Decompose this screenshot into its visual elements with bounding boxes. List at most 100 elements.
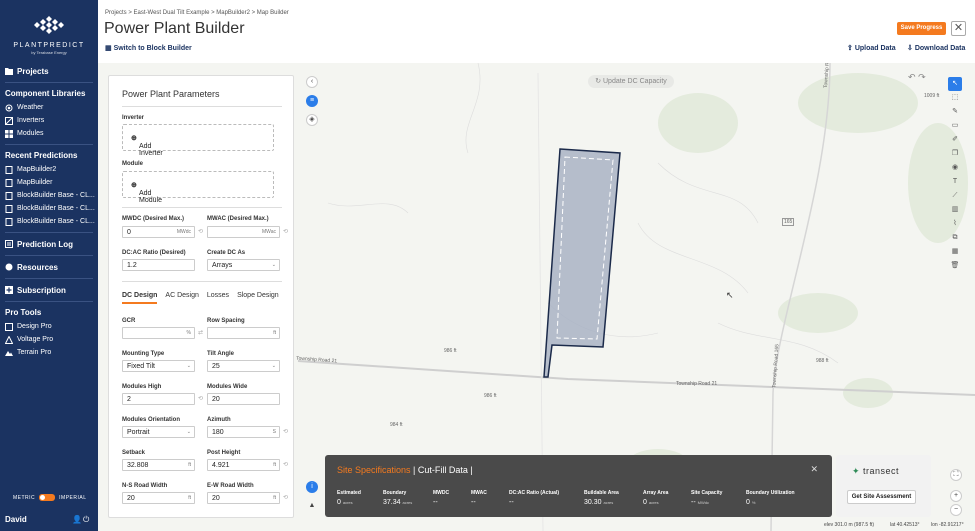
post-height-label: Post Height bbox=[207, 450, 241, 456]
layers-button[interactable]: ◈ bbox=[306, 114, 318, 126]
measure-icon[interactable]: ⌇ bbox=[948, 217, 962, 231]
link-icon[interactable]: ⟲ bbox=[283, 428, 288, 435]
redo-icon[interactable]: ↷ bbox=[918, 72, 926, 82]
logout-icon[interactable]: ⏻ bbox=[83, 515, 90, 524]
pencil-icon[interactable]: ✎ bbox=[948, 105, 962, 119]
info-button[interactable]: i bbox=[306, 481, 318, 493]
undo-icon[interactable]: ↶ bbox=[908, 72, 916, 82]
link-icon[interactable]: ⟲ bbox=[283, 494, 288, 501]
post-height-input[interactable]: 4.921 ft bbox=[207, 459, 280, 471]
upload-data-link[interactable]: ⇪ Upload Data bbox=[847, 44, 896, 52]
sidebar-item-subscription[interactable]: Subscription bbox=[0, 283, 98, 297]
tab-cut-fill-data[interactable]: Cut-Fill Data bbox=[418, 465, 468, 475]
list-view-button[interactable]: ≡ bbox=[306, 95, 318, 107]
recent-prediction-item[interactable]: MapBuilder2 bbox=[0, 163, 98, 176]
sidebar-item-terrain-pro[interactable]: Terrain Pro bbox=[0, 346, 98, 359]
divider bbox=[122, 106, 282, 107]
breadcrumb[interactable]: Projects > East-West Dual Tilt Example >… bbox=[105, 10, 289, 16]
sidebar-item-voltage-pro[interactable]: Voltage Pro bbox=[0, 333, 98, 346]
divider bbox=[122, 207, 282, 208]
sidebar-item-modules[interactable]: Modules bbox=[0, 127, 98, 140]
create-dc-select[interactable]: Arrays ⌄ bbox=[207, 259, 280, 271]
swap-icon[interactable]: ⇄ bbox=[198, 329, 203, 336]
tab-slope-design[interactable]: Slope Design bbox=[237, 292, 279, 304]
users-icon[interactable]: 👤 bbox=[72, 515, 83, 524]
sidebar-item-weather[interactable]: Weather bbox=[0, 101, 98, 114]
tab-dc-design[interactable]: DC Design bbox=[122, 292, 158, 304]
panel-icon[interactable]: ▥ bbox=[948, 203, 962, 217]
zoom-in-button[interactable]: + bbox=[950, 490, 962, 502]
collapse-panel-button[interactable]: ‹ bbox=[306, 76, 318, 88]
sidebar-nav: Projects Component Libraries Weather Inv… bbox=[0, 64, 98, 359]
user-actions: 👤⏻ bbox=[72, 515, 90, 525]
mounting-type-select[interactable]: Fixed Tilt ⌄ bbox=[122, 360, 195, 372]
recent-prediction-item[interactable]: MapBuilder bbox=[0, 176, 98, 189]
mwac-input[interactable]: MWac bbox=[207, 226, 280, 238]
mounting-type-label: Mounting Type bbox=[122, 351, 165, 357]
folder-icon bbox=[5, 67, 13, 75]
refresh-icon: ↻ bbox=[595, 78, 603, 85]
fullscreen-button[interactable]: ⛶ bbox=[950, 469, 962, 481]
switch-to-block-builder-link[interactable]: ▦ Switch to Block Builder bbox=[105, 44, 192, 52]
road-label: Township Road 21 bbox=[676, 381, 718, 387]
terrain-button[interactable]: ▲ bbox=[306, 501, 318, 513]
recent-prediction-item[interactable]: BlockBuilder Base - CL... bbox=[0, 189, 98, 202]
point-icon[interactable]: ◉ bbox=[948, 161, 962, 175]
trash-icon[interactable]: 🗑 bbox=[948, 259, 962, 273]
setback-input[interactable]: 32.808 ft bbox=[122, 459, 195, 471]
line-icon[interactable]: ⟋ bbox=[948, 189, 962, 203]
edit-icon[interactable]: ✐ bbox=[948, 133, 962, 147]
setback-value: 32.808 bbox=[127, 462, 149, 469]
sidebar-item-resources[interactable]: Resources bbox=[0, 260, 98, 274]
save-progress-button[interactable]: Save Progress bbox=[897, 22, 946, 35]
table-icon[interactable]: ▦ bbox=[948, 245, 962, 259]
close-icon[interactable]: ✕ bbox=[810, 464, 818, 475]
tab-ac-design[interactable]: AC Design bbox=[165, 292, 198, 304]
ns-road-value: 20 bbox=[127, 495, 135, 502]
spec-unit: acres bbox=[402, 500, 413, 505]
tab-site-specifications[interactable]: Site Specifications bbox=[337, 465, 411, 475]
link-icon[interactable]: ⟲ bbox=[198, 395, 203, 402]
sidebar-item-prediction-log[interactable]: Prediction Log bbox=[0, 237, 98, 251]
unit-toggle[interactable]: METRIC IMPERIAL bbox=[13, 494, 87, 501]
document-icon bbox=[5, 204, 13, 213]
modules-wide-input[interactable]: 20 bbox=[207, 393, 280, 405]
ns-road-input[interactable]: 20 ft bbox=[122, 492, 195, 504]
text-icon[interactable]: T bbox=[948, 175, 962, 189]
unit-switch[interactable] bbox=[39, 494, 56, 501]
add-module-button[interactable]: ⊕ Add Module bbox=[122, 171, 274, 204]
warning-icon bbox=[4, 334, 14, 344]
duplicate-icon[interactable]: ⧉ bbox=[948, 231, 962, 245]
tilt-angle-select[interactable]: 25 ⌄ bbox=[207, 360, 280, 372]
sidebar-item-inverters[interactable]: Inverters bbox=[0, 114, 98, 127]
gcr-input[interactable]: % bbox=[122, 327, 195, 339]
sidebar-item-design-pro[interactable]: Design Pro bbox=[0, 320, 98, 333]
update-dc-capacity-button[interactable]: ↻ Update DC Capacity bbox=[588, 75, 674, 88]
zoom-out-button[interactable]: − bbox=[950, 504, 962, 516]
sidebar-item-label: Resources bbox=[17, 262, 58, 272]
download-data-link[interactable]: ⇩ Download Data bbox=[907, 44, 965, 52]
sidebar-item-projects[interactable]: Projects bbox=[0, 64, 98, 78]
tab-losses[interactable]: Losses bbox=[207, 292, 229, 304]
link-icon[interactable]: ⟲ bbox=[198, 228, 203, 235]
copy-icon[interactable]: ❐ bbox=[948, 147, 962, 161]
panel-title: Power Plant Parameters bbox=[122, 89, 220, 99]
row-spacing-input[interactable]: ft bbox=[207, 327, 280, 339]
link-icon[interactable]: ⟲ bbox=[283, 461, 288, 468]
get-site-assessment-button[interactable]: Get Site Assessment bbox=[847, 490, 916, 504]
modules-high-input[interactable]: 2 bbox=[122, 393, 195, 405]
dcac-ratio-input[interactable]: 1.2 bbox=[122, 259, 195, 271]
select-tool-icon[interactable]: ↖ bbox=[948, 77, 962, 91]
recent-prediction-item[interactable]: BlockBuilder Base - CL... bbox=[0, 215, 98, 228]
modules-orientation-select[interactable]: Portrait ⌄ bbox=[122, 426, 195, 438]
compass-icon: S bbox=[272, 429, 276, 435]
recent-prediction-item[interactable]: BlockBuilder Base - CL... bbox=[0, 202, 98, 215]
direct-select-icon[interactable]: ⬚ bbox=[948, 91, 962, 105]
azimuth-input[interactable]: 180 S bbox=[207, 426, 280, 438]
link-icon[interactable]: ⟲ bbox=[283, 228, 288, 235]
close-button[interactable]: ✕ bbox=[951, 21, 966, 36]
rectangle-icon[interactable]: ▭ bbox=[948, 119, 962, 133]
mwdc-input[interactable]: 0 MWdc bbox=[122, 226, 195, 238]
ew-road-input[interactable]: 20 ft bbox=[207, 492, 280, 504]
add-inverter-button[interactable]: ⊕ Add Inverter bbox=[122, 124, 274, 157]
